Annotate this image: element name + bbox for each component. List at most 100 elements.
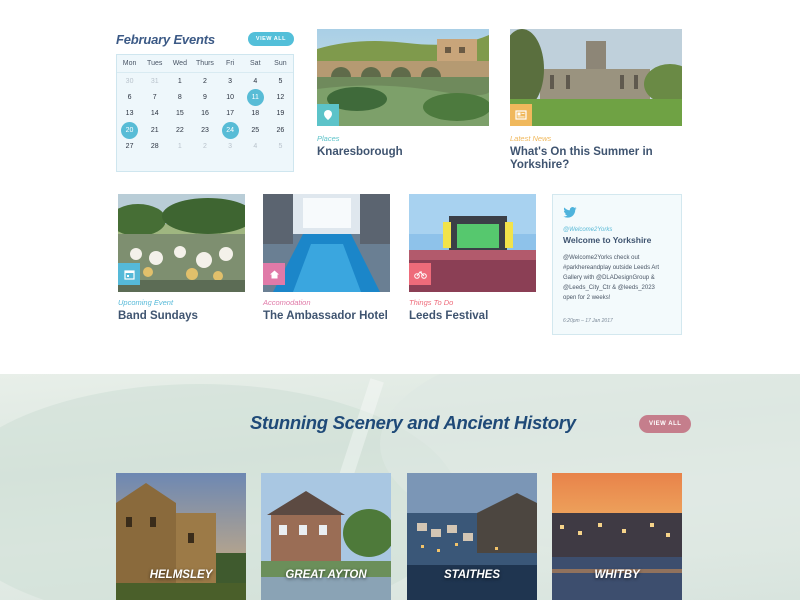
place-name: GREAT AYTON bbox=[285, 569, 367, 581]
tweet-text-line: open for 2 weeks! bbox=[563, 295, 611, 301]
calendar-day-number: 31 bbox=[150, 77, 159, 85]
calendar-day[interactable]: 8 bbox=[167, 94, 192, 101]
calendar-day-number: 17 bbox=[226, 110, 235, 118]
place-card-whitby[interactable]: WHITBY bbox=[552, 473, 682, 600]
calendar-day[interactable]: 25 bbox=[243, 127, 268, 134]
tweet-handle[interactable]: @Welcome2Yorks bbox=[563, 227, 671, 233]
card-category: Things To Do bbox=[409, 298, 454, 307]
calendar-day[interactable]: 5 bbox=[268, 78, 293, 85]
calendar-day[interactable]: 26 bbox=[268, 127, 293, 134]
place-card-helmsley[interactable]: HELMSLEY bbox=[116, 473, 246, 600]
calendar-day[interactable]: 3 bbox=[218, 78, 243, 85]
calendar-day-number: 1 bbox=[177, 142, 182, 150]
calendar-day-number: 13 bbox=[125, 110, 134, 118]
tweet-text-line: @Leeds_City_Ctr & @leeds_2023 bbox=[563, 285, 655, 291]
calendar-day-event[interactable]: 24 bbox=[218, 121, 243, 139]
weekday-label: Mon bbox=[122, 60, 137, 67]
calendar-day[interactable]: 3 bbox=[218, 143, 243, 150]
calendar-day[interactable]: 22 bbox=[167, 127, 192, 134]
scenery-section-title: Stunning Scenery and Ancient History bbox=[250, 412, 576, 433]
card-title-line: What's On this Summer in bbox=[510, 146, 653, 158]
calendar-day[interactable]: 21 bbox=[142, 127, 167, 134]
card-category: Places bbox=[317, 134, 340, 143]
calendar-grid: Mon Tues Wed Thurs Fri Sat Sun 30 31 1 2 3 4 5 6 7 8 9 10… bbox=[116, 54, 294, 172]
calendar-day[interactable]: 31 bbox=[142, 78, 167, 85]
calendar-week: 27 28 1 2 3 4 5 bbox=[117, 138, 293, 154]
calendar-day[interactable]: 15 bbox=[167, 110, 192, 117]
calendar-day-number: 24 bbox=[221, 121, 239, 139]
bicycle-icon bbox=[409, 263, 431, 285]
calendar-day[interactable]: 9 bbox=[192, 94, 217, 101]
weekday-label: Fri bbox=[226, 60, 235, 67]
card-knaresborough[interactable]: Places Knaresborough bbox=[317, 29, 489, 174]
calendar-day-number: 16 bbox=[201, 110, 209, 118]
calendar-day[interactable]: 17 bbox=[218, 110, 243, 117]
calendar-day[interactable]: 4 bbox=[243, 78, 268, 85]
calendar-day-event[interactable]: 11 bbox=[243, 89, 268, 107]
calendar-day[interactable]: 12 bbox=[268, 94, 293, 101]
calendar-day-number: 11 bbox=[246, 89, 264, 107]
calendar-day[interactable]: 7 bbox=[142, 94, 167, 101]
calendar-day-number: 1 bbox=[177, 77, 182, 85]
calendar-day-number: 12 bbox=[276, 94, 285, 102]
calendar-day-number: 20 bbox=[121, 121, 139, 139]
place-name: WHITBY bbox=[594, 569, 640, 581]
calendar-day[interactable]: 18 bbox=[243, 110, 268, 117]
calendar-day[interactable]: 30 bbox=[117, 78, 142, 85]
calendar-day[interactable]: 1 bbox=[167, 143, 192, 150]
weekday-label: Wed bbox=[172, 60, 187, 67]
calendar-day-number: 6 bbox=[127, 94, 132, 102]
weekday-label: Sat bbox=[250, 60, 261, 67]
calendar-day[interactable]: 2 bbox=[192, 143, 217, 150]
tweet-text-line: @Welcome2Yorks check out bbox=[563, 255, 640, 261]
calendar-day-number: 2 bbox=[203, 142, 207, 150]
calendar-day[interactable]: 5 bbox=[268, 143, 293, 150]
scenery-view-all-button[interactable]: VIEW ALL bbox=[639, 415, 692, 433]
calendar-day-event[interactable]: 20 bbox=[117, 121, 142, 139]
calendar-day-number: 9 bbox=[203, 94, 207, 102]
calendar-day-number: 21 bbox=[150, 126, 159, 134]
calendar-day-number: 27 bbox=[125, 142, 134, 150]
calendar-day[interactable]: 19 bbox=[268, 110, 293, 117]
calendar-day[interactable]: 14 bbox=[142, 110, 167, 117]
card-leeds-festival[interactable]: Things To Do Leeds Festival bbox=[409, 194, 536, 329]
calendar-day[interactable]: 6 bbox=[117, 94, 142, 101]
tweet-account-name: Welcome to Yorkshire bbox=[563, 235, 652, 245]
calendar-day-number: 15 bbox=[175, 110, 184, 118]
card-title[interactable]: What's On this Summer in Yorkshire? bbox=[510, 146, 653, 172]
card-title[interactable]: Band Sundays bbox=[118, 310, 198, 323]
calendar-day-number: 2 bbox=[203, 77, 207, 85]
calendar-day-number: 19 bbox=[276, 110, 285, 118]
place-card-staithes[interactable]: STAITHES bbox=[407, 473, 537, 600]
card-summer-news[interactable]: Latest News What's On this Summer in Yor… bbox=[510, 29, 682, 174]
calendar-day[interactable]: 16 bbox=[192, 110, 217, 117]
card-ambassador-hotel[interactable]: Accomodation The Ambassador Hotel bbox=[263, 194, 390, 329]
calendar-day-number: 3 bbox=[228, 142, 233, 150]
calendar-day-number: 26 bbox=[276, 126, 285, 134]
calendar-week: 6 7 8 9 10 11 12 bbox=[117, 89, 293, 107]
card-title[interactable]: Knaresborough bbox=[317, 146, 403, 159]
calendar-day[interactable]: 27 bbox=[117, 143, 142, 150]
calendar-day-number: 25 bbox=[251, 126, 260, 134]
calendar-view-all-button[interactable]: VIEW ALL bbox=[247, 32, 294, 46]
card-title[interactable]: Leeds Festival bbox=[409, 310, 488, 323]
calendar-week: 20 21 22 23 24 25 26 bbox=[117, 121, 293, 139]
calendar-day[interactable]: 10 bbox=[218, 94, 243, 101]
calendar-day[interactable]: 1 bbox=[167, 78, 192, 85]
calendar-day[interactable]: 2 bbox=[192, 78, 217, 85]
calendar-day-number: 28 bbox=[150, 142, 159, 150]
calendar-day[interactable]: 4 bbox=[243, 143, 268, 150]
twitter-widget[interactable]: @Welcome2Yorks Welcome to Yorkshire @Wel… bbox=[552, 194, 682, 335]
calendar-day[interactable]: 23 bbox=[192, 127, 217, 134]
calendar-week: 30 31 1 2 3 4 5 bbox=[117, 73, 293, 89]
calendar-icon bbox=[118, 263, 140, 285]
place-name: STAITHES bbox=[443, 569, 500, 581]
calendar-day[interactable]: 28 bbox=[142, 143, 167, 150]
calendar-day[interactable]: 13 bbox=[117, 110, 142, 117]
calendar-day-number: 3 bbox=[228, 77, 233, 85]
fountains-abbey-image bbox=[510, 29, 682, 126]
card-band-sundays[interactable]: Upcoming Event Band Sundays bbox=[118, 194, 245, 329]
calendar-day-number: 4 bbox=[253, 142, 258, 150]
place-card-great-ayton[interactable]: GREAT AYTON bbox=[261, 473, 391, 600]
card-title[interactable]: The Ambassador Hotel bbox=[263, 310, 388, 323]
